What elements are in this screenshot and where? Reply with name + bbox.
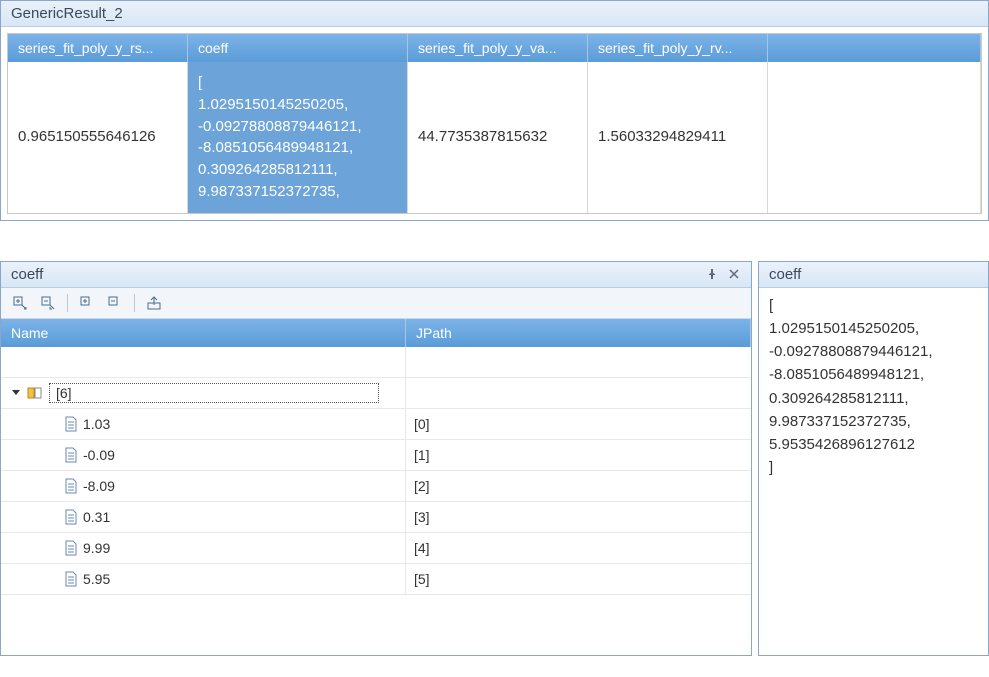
tree-item-value: 0.31: [83, 509, 110, 525]
detail-panel: coeff [ 1.0295150145250205, -0.092788088…: [758, 261, 989, 656]
close-icon[interactable]: [727, 267, 741, 281]
cell-rsquare[interactable]: 0.965150555646126: [8, 62, 188, 213]
cell-empty: [768, 62, 981, 213]
tree-root-row[interactable]: [6]: [1, 378, 751, 409]
toolbar-separator-2: [134, 294, 135, 312]
document-icon: [63, 447, 79, 463]
tree-blank-row: [1, 347, 751, 378]
document-icon: [63, 478, 79, 494]
grid-header-row: series_fit_poly_y_rs... coeff series_fit…: [8, 34, 981, 62]
tree-item-jpath: [5]: [406, 571, 751, 587]
document-icon: [63, 416, 79, 432]
collapse-node-button[interactable]: [104, 292, 126, 314]
tree-headers: Name JPath: [1, 319, 751, 347]
tree-item-value: 1.03: [83, 416, 110, 432]
tree-item-row[interactable]: -8.09 [2]: [1, 471, 751, 502]
detail-panel-title: coeff: [769, 266, 978, 283]
toolbar-separator: [67, 294, 68, 312]
tree-item-jpath: [0]: [406, 416, 751, 432]
tree-item-jpath: [1]: [406, 447, 751, 463]
lower-region: coeff: [0, 261, 989, 656]
tree-root-label[interactable]: [6]: [49, 383, 379, 403]
column-header-variance[interactable]: series_fit_poly_y_va...: [408, 34, 588, 62]
detail-panel-title-bar: coeff: [759, 262, 988, 288]
tree-item-row[interactable]: 0.31 [3]: [1, 502, 751, 533]
cell-rvariance[interactable]: 1.56033294829411: [588, 62, 768, 213]
pin-icon[interactable]: [705, 267, 719, 281]
column-header-rsquare[interactable]: series_fit_poly_y_rs...: [8, 34, 188, 62]
tree-body[interactable]: [6] 1.03 [0] -0.09 [1]: [1, 347, 751, 655]
tree-item-jpath: [4]: [406, 540, 751, 556]
tree-item-value: 5.95: [83, 571, 110, 587]
grid-data-row[interactable]: 0.965150555646126 [ 1.0295150145250205, …: [8, 62, 981, 213]
export-button[interactable]: [143, 292, 165, 314]
array-icon: [27, 385, 43, 401]
cell-variance[interactable]: 44.7735387815632: [408, 62, 588, 213]
detail-body[interactable]: [ 1.0295150145250205, -0.092788088794461…: [759, 288, 988, 655]
tree-item-value: 9.99: [83, 540, 110, 556]
document-icon: [63, 509, 79, 525]
column-header-coeff[interactable]: coeff: [188, 34, 408, 62]
result-grid: series_fit_poly_y_rs... coeff series_fit…: [7, 33, 982, 214]
collapse-all-button[interactable]: [37, 292, 59, 314]
tree-panel: coeff: [0, 261, 752, 656]
expander-icon[interactable]: [9, 386, 23, 400]
tree-header-jpath[interactable]: JPath: [406, 319, 751, 347]
document-icon: [63, 540, 79, 556]
tree-item-jpath: [3]: [406, 509, 751, 525]
expand-node-button[interactable]: [76, 292, 98, 314]
column-header-rvariance[interactable]: series_fit_poly_y_rv...: [588, 34, 768, 62]
tree-item-row[interactable]: 5.95 [5]: [1, 564, 751, 595]
result-panel: GenericResult_2 series_fit_poly_y_rs... …: [0, 0, 989, 221]
column-header-empty: [768, 34, 981, 62]
tree-item-row[interactable]: -0.09 [1]: [1, 440, 751, 471]
cell-coeff[interactable]: [ 1.0295150145250205, -0.092788088794461…: [188, 62, 408, 213]
tree-panel-title: coeff: [11, 266, 705, 283]
tree-item-value: -0.09: [83, 447, 115, 463]
result-panel-title: GenericResult_2: [1, 1, 988, 27]
tree-item-value: -8.09: [83, 478, 115, 494]
tree-toolbar: [1, 288, 751, 319]
expand-all-button[interactable]: [9, 292, 31, 314]
tree-header-name[interactable]: Name: [1, 319, 406, 347]
tree-item-row[interactable]: 9.99 [4]: [1, 533, 751, 564]
document-icon: [63, 571, 79, 587]
tree-item-jpath: [2]: [406, 478, 751, 494]
tree-panel-title-bar: coeff: [1, 262, 751, 288]
tree-item-row[interactable]: 1.03 [0]: [1, 409, 751, 440]
